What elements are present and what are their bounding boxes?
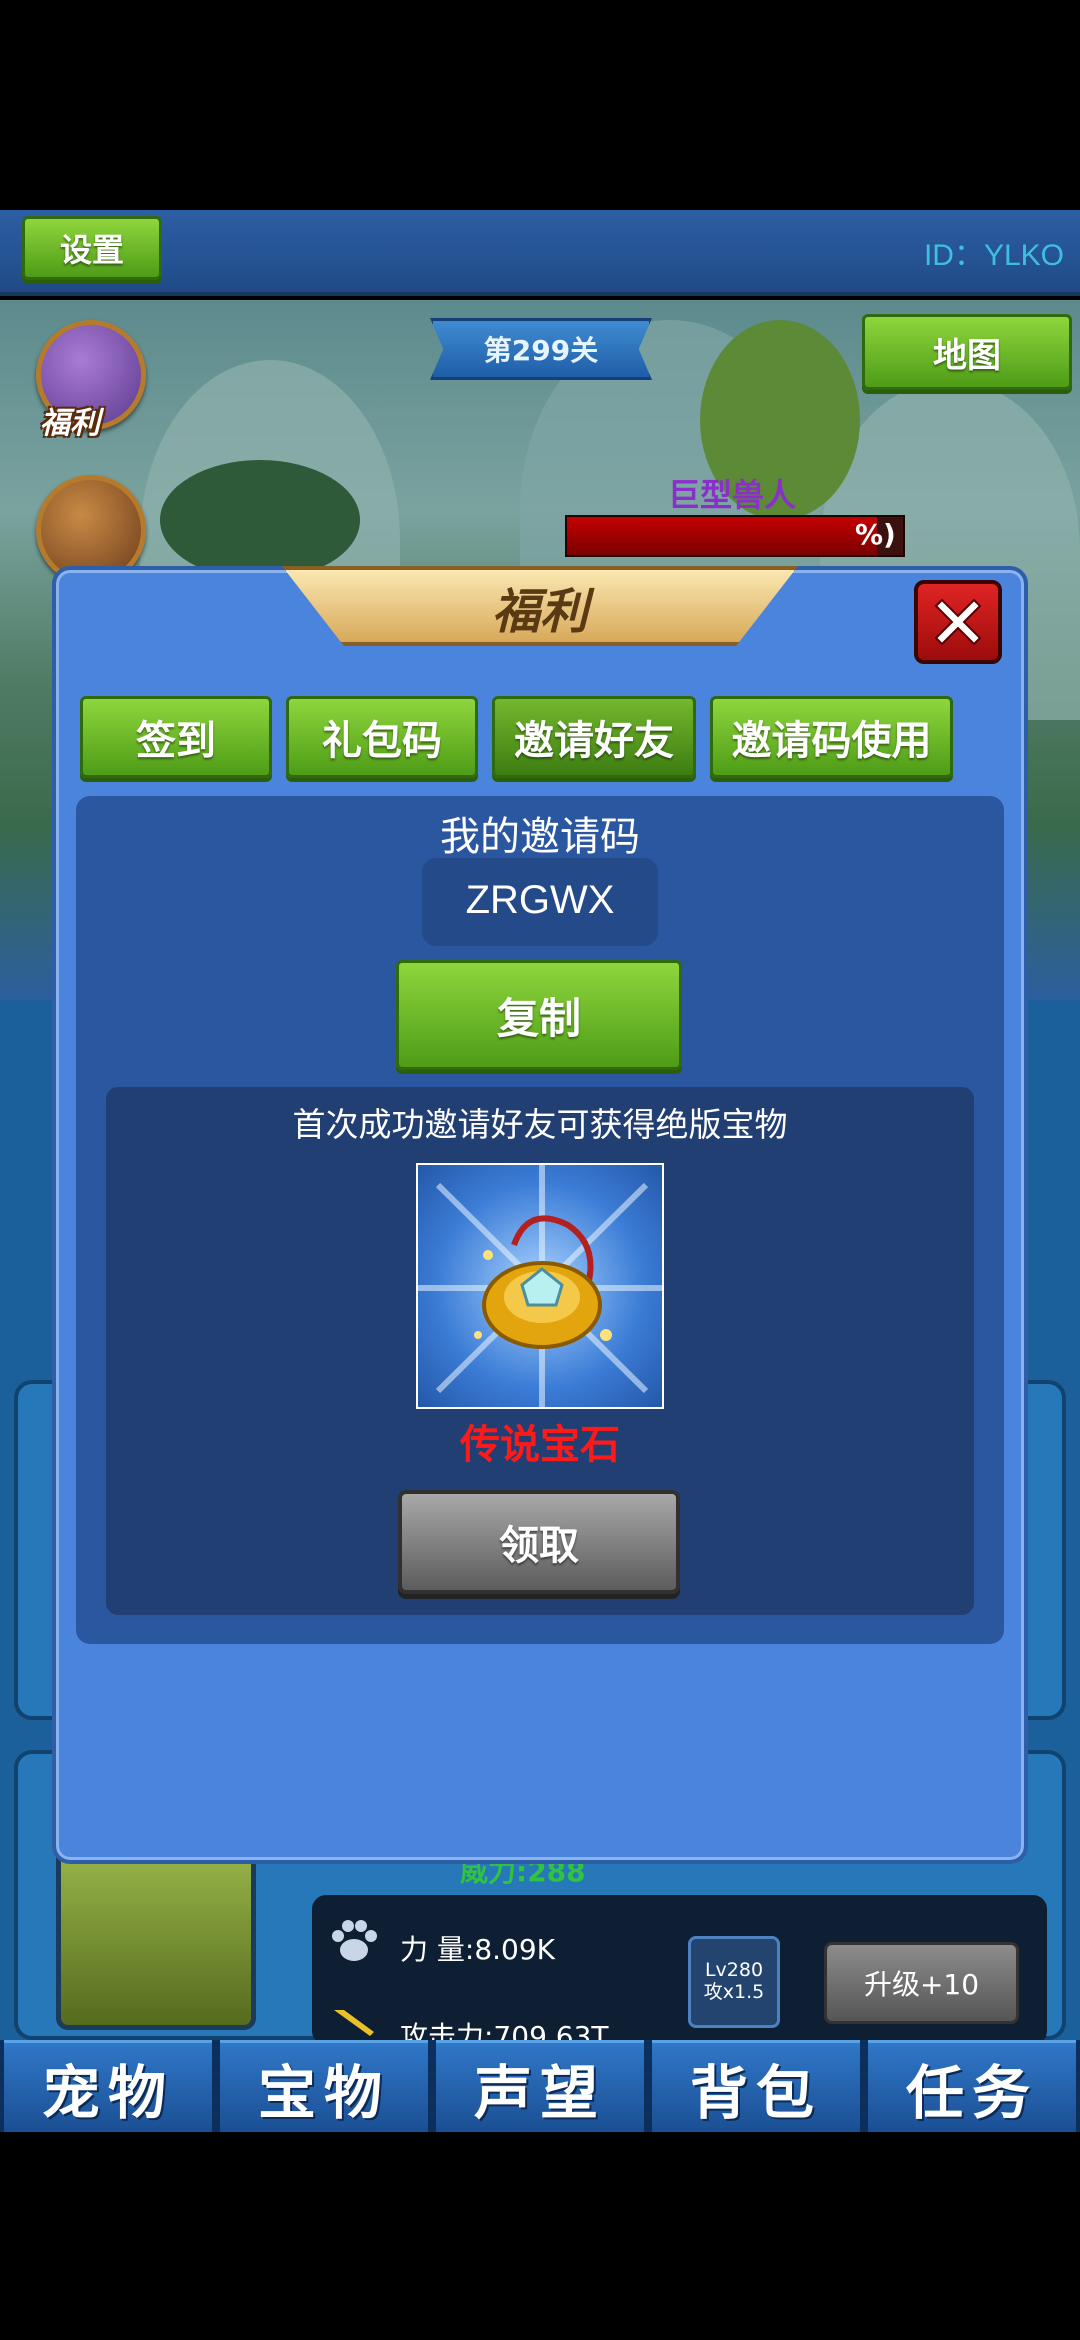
claim-button[interactable]: 领取 bbox=[398, 1490, 680, 1594]
nav-tab-treasures[interactable]: 宝物 bbox=[220, 2040, 428, 2132]
reward-description: 首次成功邀请好友可获得绝版宝物 bbox=[292, 1105, 788, 1144]
close-button[interactable] bbox=[914, 580, 1002, 664]
level-badge-line1: Lv280 bbox=[704, 1959, 764, 1981]
legendary-gem-icon bbox=[416, 1163, 664, 1409]
map-button[interactable]: 地图 bbox=[862, 314, 1072, 390]
player-id: ID：YLKO bbox=[923, 239, 1064, 272]
tab-use-invite-code[interactable]: 邀请码使用 bbox=[710, 696, 953, 778]
enemy-hp-fill bbox=[567, 517, 877, 555]
reward-name: 传说宝石 bbox=[460, 1422, 620, 1468]
dragon-pet-portrait[interactable] bbox=[56, 1840, 256, 2030]
enemy-name: 巨型兽人 bbox=[668, 476, 797, 514]
dialog-title: 福利 bbox=[491, 584, 588, 640]
weapon-level-badge[interactable]: Lv280 攻x1.5 bbox=[688, 1936, 780, 2028]
settings-button[interactable]: 设置 bbox=[22, 216, 162, 280]
invite-code-value: ZRGWX bbox=[465, 878, 615, 922]
welfare-icon-label: 福利 bbox=[40, 406, 100, 441]
pet-strength: 力 量:8.09K bbox=[400, 1933, 556, 1966]
nav-tab-reputation[interactable]: 声望 bbox=[436, 2040, 644, 2132]
nav-tab-backpack[interactable]: 背包 bbox=[652, 2040, 860, 2132]
tab-gift-code[interactable]: 礼包码 bbox=[286, 696, 478, 778]
level-badge-line2: 攻x1.5 bbox=[703, 1981, 765, 2003]
nav-tab-tasks[interactable]: 任务 bbox=[868, 2040, 1076, 2132]
paw-icon bbox=[328, 1918, 380, 1964]
nav-tab-pets[interactable]: 宠物 bbox=[4, 2040, 212, 2132]
top-bar bbox=[0, 210, 1080, 296]
tab-check-in[interactable]: 签到 bbox=[80, 696, 272, 778]
tab-invite-friends[interactable]: 邀请好友 bbox=[492, 696, 696, 778]
upgrade-button[interactable]: 升级+10 bbox=[824, 1942, 1019, 2024]
bottom-nav: 宠物 宝物 声望 背包 任务 bbox=[0, 2040, 1080, 2132]
copy-button[interactable]: 复制 bbox=[396, 960, 682, 1070]
level-banner: 第299关 bbox=[430, 318, 652, 380]
close-icon bbox=[934, 598, 982, 646]
enemy-hp-percent: %) bbox=[855, 518, 896, 551]
my-invite-code-label: 我的邀请码 bbox=[440, 814, 640, 860]
